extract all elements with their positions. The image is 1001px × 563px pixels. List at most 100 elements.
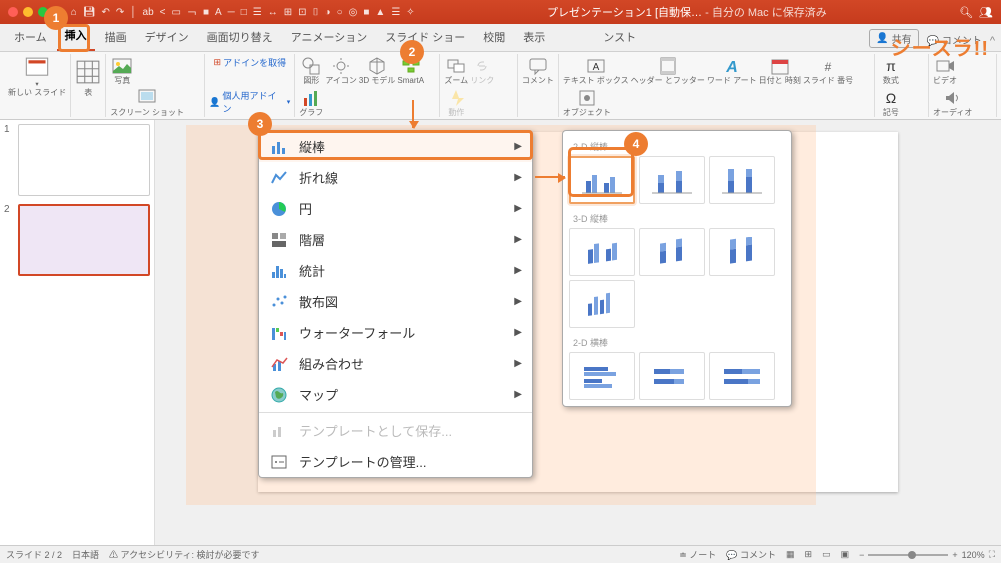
audio-button[interactable]: オーディオ (933, 88, 972, 118)
tab-nst[interactable]: ンスト (595, 23, 644, 51)
menu-item-hierarchy[interactable]: 階層▶ (259, 224, 532, 255)
line-chart-icon (269, 169, 289, 187)
notes-button[interactable]: ≐ ノート (679, 548, 716, 561)
menu-item-line[interactable]: 折れ線▶ (259, 162, 532, 193)
callout-highlight-3 (258, 130, 533, 160)
slidenum-button[interactable]: #スライド 番号 (803, 56, 853, 86)
svg-text:Ω: Ω (886, 90, 896, 106)
tab-transitions[interactable]: 画面切り替え (199, 23, 281, 51)
slide-thumbnail-2[interactable] (18, 204, 150, 276)
quick-access-toolbar: ◉ ⌂ 💾︎ ↶ ↷ │ ab<▭￢■ A─□☰↔ ⊞⊡⌷◑○ ◎■▲☰✧ (56, 5, 415, 20)
menu-item-manage-templates[interactable]: テンプレートの管理... (259, 446, 532, 477)
thumb-number: 2 (4, 204, 14, 276)
minimize-window[interactable] (23, 7, 33, 17)
symbol-button[interactable]: Ω記号 (879, 88, 903, 118)
chart-type-menu: 縦棒▶ 折れ線▶ 円▶ 階層▶ 統計▶ 散布図▶ ウォーターフォール▶ 組み合わ… (258, 130, 533, 478)
chart-option-3d-100pct-stacked-column[interactable] (709, 228, 775, 276)
callout-badge-2: 2 (400, 40, 424, 64)
search-icon[interactable]: 🔍︎ (959, 6, 973, 19)
view-sorter-icon[interactable]: ⊞ (805, 549, 813, 560)
header-footer-button[interactable]: ヘッダー とフッター (631, 56, 705, 86)
link-button[interactable]: リンク (470, 56, 494, 86)
home-icon[interactable]: ⌂ (71, 7, 77, 18)
comment-button[interactable]: コメント (522, 56, 554, 86)
chart-button[interactable]: グラフ (299, 88, 323, 118)
map-chart-icon (269, 386, 289, 404)
redo-icon[interactable]: ↷ (116, 7, 124, 18)
shapes-button[interactable]: 図形 (299, 56, 323, 86)
view-normal-icon[interactable]: ▦ (786, 549, 795, 560)
gallery-heading-3d-column: 3-D 縦棒 (573, 212, 781, 225)
qat-sep: │ (130, 7, 136, 18)
picture-button[interactable]: 写真 (110, 56, 134, 86)
table-button[interactable]: 表 (75, 56, 101, 98)
thumb-number: 1 (4, 124, 14, 196)
tab-review[interactable]: 校閲 (475, 23, 513, 51)
callout-highlight-4 (568, 147, 634, 197)
tab-view[interactable]: 表示 (515, 23, 553, 51)
chart-option-stacked-bar[interactable] (639, 352, 705, 400)
menu-item-waterfall[interactable]: ウォーターフォール▶ (259, 317, 532, 348)
callout-badge-4: 4 (624, 132, 648, 156)
titlebar: ◉ ⌂ 💾︎ ↶ ↷ │ ab<▭￢■ A─□☰↔ ⊞⊡⌷◑○ ◎■▲☰✧ プレ… (0, 0, 1001, 24)
window-controls[interactable] (8, 7, 48, 17)
textbox-button[interactable]: Aテキスト ボックス (563, 56, 629, 86)
callout-highlight-1 (58, 24, 90, 52)
icons-button[interactable]: アイコン (325, 56, 357, 86)
tab-slideshow[interactable]: スライド ショー (377, 23, 473, 51)
ribbon-collapse-icon[interactable]: ^ (990, 35, 995, 47)
chart-option-3d-clustered-column[interactable] (569, 228, 635, 276)
hierarchy-chart-icon (269, 231, 289, 249)
tab-design[interactable]: デザイン (137, 23, 197, 51)
screenshot-button[interactable]: スクリーン ショット (110, 88, 184, 118)
gallery-heading-2d-bar: 2-D 横棒 (573, 336, 781, 349)
arrow-3-to-4 (535, 176, 565, 178)
save-icon[interactable]: 💾︎ (83, 7, 96, 18)
zoom-value[interactable]: 120% (962, 550, 985, 560)
view-reading-icon[interactable]: ▭ (822, 549, 831, 560)
menu-item-pie[interactable]: 円▶ (259, 193, 532, 224)
template-manage-icon (269, 453, 289, 471)
menu-item-save-template: テンプレートとして保存... (259, 415, 532, 446)
close-window[interactable] (8, 7, 18, 17)
tab-draw[interactable]: 描画 (97, 23, 135, 51)
comments-status-button[interactable]: 💬 コメント (726, 548, 776, 561)
svg-text:A: A (725, 59, 738, 76)
callout-badge-1: 1 (44, 6, 68, 30)
zoom-out-icon[interactable]: − (859, 550, 864, 560)
menu-item-statistics[interactable]: 統計▶ (259, 255, 532, 286)
zoom-slider[interactable] (868, 554, 948, 556)
menu-item-combo[interactable]: 組み合わせ▶ (259, 348, 532, 379)
view-slideshow-icon[interactable]: ▣ (841, 549, 850, 560)
wordart-button[interactable]: Aワード アート (707, 56, 757, 86)
zoom-in-icon[interactable]: + (952, 550, 957, 560)
chart-option-stacked-column[interactable] (639, 156, 705, 204)
scatter-chart-icon (269, 293, 289, 311)
zoom-button[interactable]: ズーム (444, 56, 468, 86)
tab-animations[interactable]: アニメーション (283, 23, 376, 51)
chart-option-100pct-stacked-column[interactable] (709, 156, 775, 204)
brand-logo: シースラ!! (891, 32, 989, 61)
slide-thumbnail-1[interactable] (18, 124, 150, 196)
new-slide-button[interactable]: ▾新しい スライド (8, 56, 66, 98)
chart-option-100pct-stacked-bar[interactable] (709, 352, 775, 400)
get-addins-button[interactable]: ⊞アドインを取得 (214, 56, 287, 69)
object-button[interactable]: オブジェクト (563, 88, 611, 118)
my-addins-button[interactable]: 👤個人用アドイン▾ (209, 89, 290, 115)
action-button[interactable]: 動作 (444, 88, 468, 118)
accessibility-status[interactable]: ⚠ アクセシビリティ: 検討が必要です (109, 548, 260, 561)
menu-item-map[interactable]: マップ▶ (259, 379, 532, 410)
fit-window-icon[interactable]: ⛶ (989, 549, 995, 560)
chart-option-3d-column[interactable] (569, 280, 635, 328)
chart-option-3d-stacked-column[interactable] (639, 228, 705, 276)
template-save-icon (269, 422, 289, 440)
undo-icon[interactable]: ↶ (101, 7, 109, 18)
language-indicator[interactable]: 日本語 (72, 548, 99, 561)
datetime-button[interactable]: 日付と 時刻 (759, 56, 801, 86)
chart-option-clustered-bar[interactable] (569, 352, 635, 400)
waterfall-chart-icon (269, 324, 289, 342)
menu-item-scatter[interactable]: 散布図▶ (259, 286, 532, 317)
share-top-icon[interactable]: 👥︎ (979, 6, 993, 19)
histogram-icon (269, 262, 289, 280)
3dmodel-button[interactable]: 3D モデル (359, 56, 395, 86)
